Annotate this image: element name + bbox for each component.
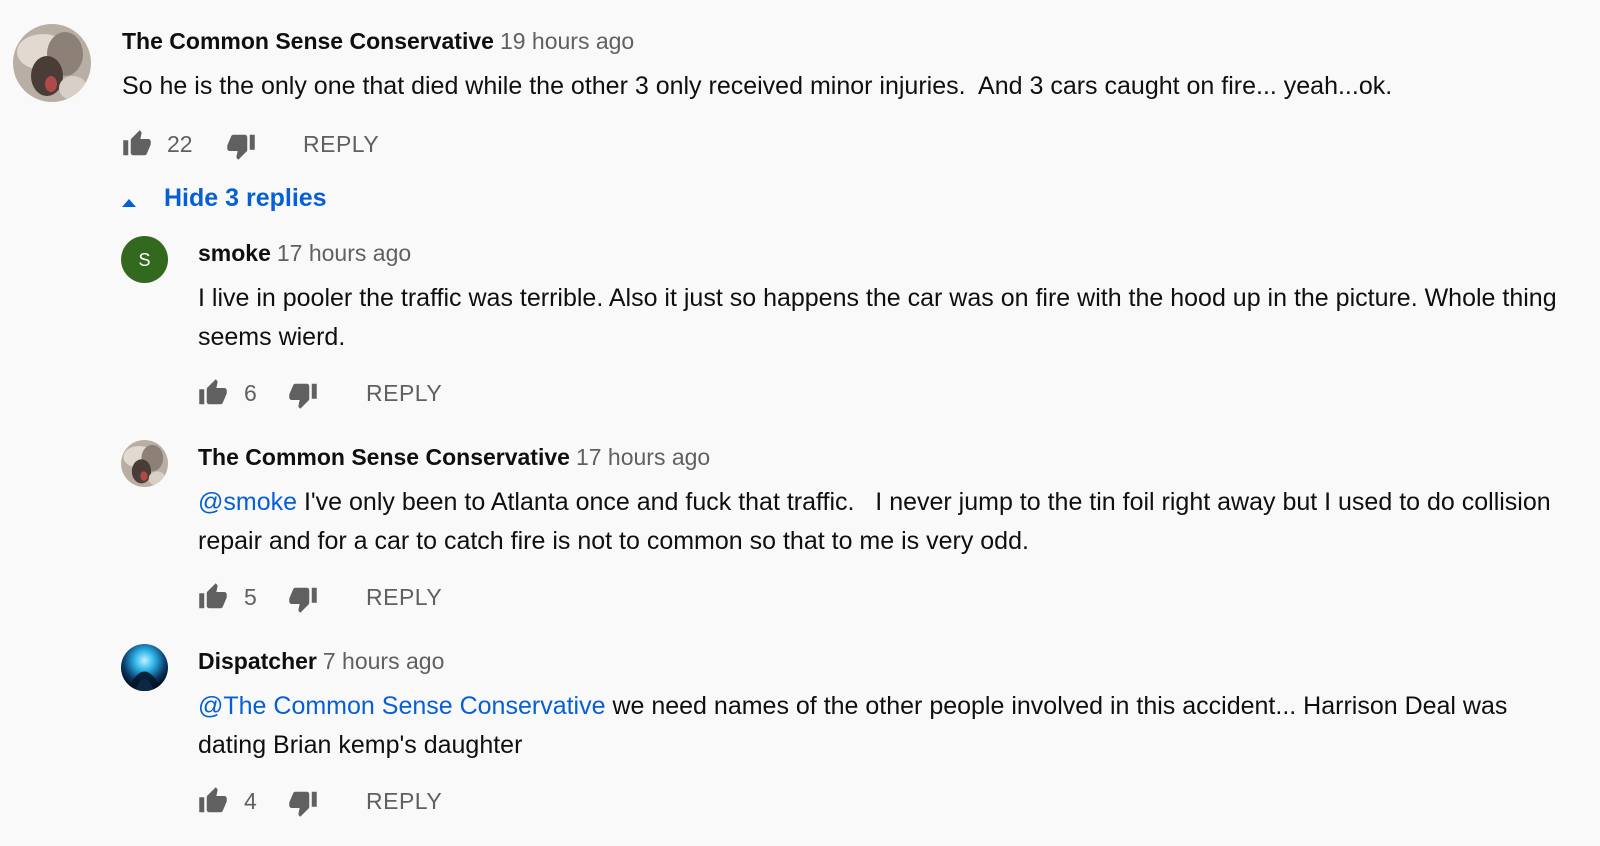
dislike-button[interactable]	[226, 131, 256, 166]
timestamp[interactable]: 19 hours ago	[500, 28, 634, 54]
author-name[interactable]: Dispatcher	[198, 648, 317, 674]
profile-photo-icon	[13, 24, 91, 102]
avatar[interactable]: S	[121, 236, 168, 283]
thumbs-down-icon	[227, 134, 255, 160]
avatar[interactable]	[121, 440, 168, 487]
timestamp[interactable]: 17 hours ago	[277, 240, 411, 266]
reply-actions: 4 REPLY	[198, 784, 498, 820]
reply-text: I live in pooler the traffic was terribl…	[198, 279, 1558, 357]
author-name[interactable]: smoke	[198, 240, 271, 266]
reply-text-content: I live in pooler the traffic was terribl…	[198, 284, 1557, 351]
reply-button[interactable]: REPLY	[303, 131, 379, 158]
mention-link[interactable]: @The Common Sense Conservative	[198, 692, 606, 720]
caret-up-icon	[120, 194, 138, 212]
comment-thread: The Common Sense Conservative 19 hours ag…	[0, 0, 1600, 846]
reply-actions: 5 REPLY	[198, 580, 498, 616]
letter-avatar-icon: S	[138, 250, 150, 270]
dislike-button[interactable]	[288, 788, 318, 823]
tunnel-light-icon	[121, 644, 168, 691]
reply-button[interactable]: REPLY	[366, 584, 442, 611]
reply-text: @smoke I've only been to Atlanta once an…	[198, 483, 1558, 561]
reply-button[interactable]: REPLY	[366, 380, 442, 407]
thumbs-down-icon	[289, 791, 317, 817]
dislike-button[interactable]	[288, 380, 318, 415]
hide-replies-label: Hide 3 replies	[164, 184, 327, 212]
like-button[interactable]	[198, 378, 228, 413]
reply-button[interactable]: REPLY	[366, 788, 442, 815]
comment-text: So he is the only one that died while th…	[122, 72, 1393, 100]
timestamp[interactable]: 17 hours ago	[576, 444, 710, 470]
thumbs-up-icon	[199, 379, 227, 405]
like-count: 22	[167, 131, 193, 157]
thumbs-down-icon	[289, 587, 317, 613]
like-count: 6	[244, 380, 257, 406]
comment-actions: 22 REPLY	[122, 127, 422, 163]
comment-header: The Common Sense Conservative 19 hours ag…	[122, 28, 634, 55]
thumbs-up-icon	[199, 787, 227, 813]
author-name[interactable]: The Common Sense Conservative	[198, 444, 570, 470]
thumbs-down-icon	[289, 383, 317, 409]
thumbs-up-icon	[199, 583, 227, 609]
avatar[interactable]	[121, 644, 168, 691]
avatar-letter: S	[138, 250, 150, 270]
profile-photo-icon	[121, 440, 168, 487]
reply-text-content: I've only been to Atlanta once and fuck …	[198, 488, 1558, 555]
reply-header: The Common Sense Conservative 17 hours ag…	[198, 444, 710, 471]
like-button[interactable]	[122, 129, 152, 164]
reply-text: @The Common Sense Conservative we need n…	[198, 687, 1558, 765]
reply-header: smoke 17 hours ago	[198, 240, 411, 267]
mention-link[interactable]: @smoke	[198, 488, 297, 516]
like-count: 4	[244, 788, 257, 814]
like-button[interactable]	[198, 582, 228, 617]
timestamp[interactable]: 7 hours ago	[323, 648, 444, 674]
reply-actions: 6 REPLY	[198, 376, 498, 412]
like-button[interactable]	[198, 786, 228, 821]
reply-header: Dispatcher 7 hours ago	[198, 648, 444, 675]
like-count: 5	[244, 584, 257, 610]
thumbs-up-icon	[123, 130, 151, 156]
avatar[interactable]	[13, 24, 91, 102]
dislike-button[interactable]	[288, 584, 318, 619]
author-name[interactable]: The Common Sense Conservative	[122, 28, 494, 54]
